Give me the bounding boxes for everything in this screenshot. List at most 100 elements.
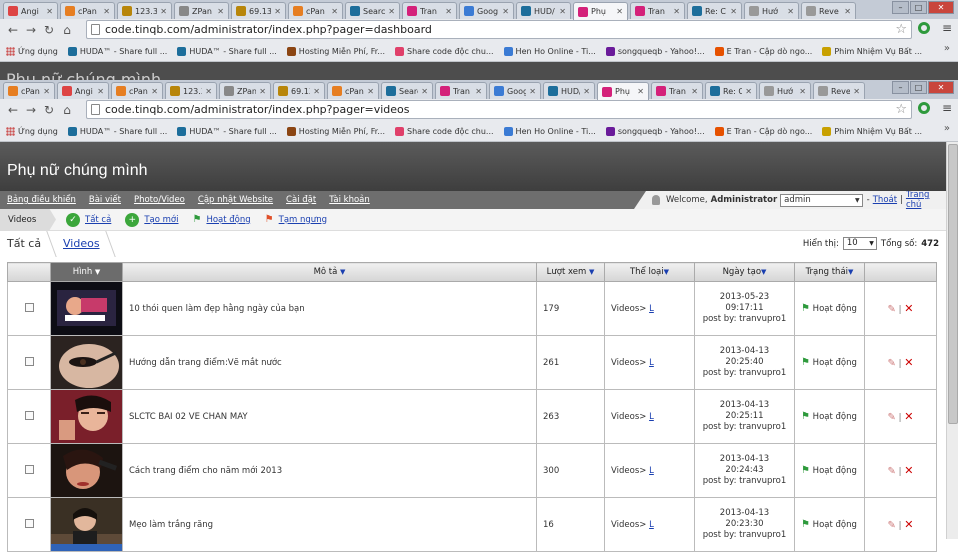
row-checkbox[interactable] [24, 410, 34, 420]
minimize-button[interactable]: – [892, 1, 909, 14]
col-status[interactable]: Trạng thái▼ [794, 262, 865, 282]
col-views[interactable]: Lượt xem ▼ [536, 262, 605, 282]
delete-icon[interactable]: ✕ [904, 464, 913, 477]
browser-tab[interactable]: 69.13✕ [273, 82, 325, 99]
delete-icon[interactable]: ✕ [904, 410, 913, 423]
tab-close-icon[interactable]: ✕ [103, 7, 110, 16]
tab-close-icon[interactable]: ✕ [313, 87, 320, 96]
menu-settings[interactable]: Cài đặt [286, 195, 316, 205]
minimize-button[interactable]: – [892, 81, 909, 94]
tab-close-icon[interactable]: ✕ [616, 7, 623, 16]
browser-tab[interactable]: 123.3✕ [117, 2, 172, 19]
browser-tab[interactable]: Searc✕ [381, 82, 433, 99]
close-window-button[interactable]: ✕ [928, 1, 954, 14]
browser-tab[interactable]: ZPan ✕ [174, 2, 229, 19]
category-link[interactable]: L [649, 520, 654, 530]
tab-close-icon[interactable]: ✕ [205, 87, 212, 96]
tab-close-icon[interactable]: ✕ [259, 87, 266, 96]
col-category[interactable]: Thể loại▼ [604, 262, 695, 282]
browser-tab[interactable]: 69.13✕ [231, 2, 286, 19]
bookmark-item[interactable]: Share code độc chu... [395, 126, 494, 136]
delete-icon[interactable]: ✕ [904, 356, 913, 369]
tab-close-icon[interactable]: ✕ [43, 87, 50, 96]
bookmark-item[interactable]: songqueqb - Yahoo!... [605, 46, 705, 56]
maximize-button[interactable]: □ [910, 81, 927, 94]
tab-close-icon[interactable]: ✕ [421, 87, 428, 96]
tab-close-icon[interactable]: ✕ [367, 87, 374, 96]
tab-close-icon[interactable]: ✕ [388, 7, 395, 16]
browser-tab[interactable]: Re: C ✕ [705, 82, 757, 99]
tab-close-icon[interactable]: ✕ [331, 7, 338, 16]
bookmark-item[interactable]: Hen Ho Online - Ti... [503, 46, 596, 56]
tab-close-icon[interactable]: ✕ [97, 87, 104, 96]
menu-photo-video[interactable]: Photo/Video [134, 195, 185, 205]
active-link[interactable]: Hoạt động [206, 215, 250, 225]
video-thumbnail[interactable] [50, 497, 123, 552]
menu-icon[interactable]: ≡ [942, 101, 952, 115]
extension-icon[interactable] [918, 102, 930, 114]
row-checkbox[interactable] [24, 356, 34, 366]
browser-tab[interactable]: cPan ✕ [327, 82, 379, 99]
browser-tab[interactable]: HUD/✕ [543, 82, 595, 99]
browser-tab[interactable]: Angi ✕ [3, 2, 58, 19]
browser-tab[interactable]: HUD/✕ [516, 2, 571, 19]
star-icon[interactable]: ☆ [895, 21, 907, 38]
more-bookmarks-icon[interactable]: » [944, 123, 950, 134]
menu-dashboard[interactable]: Bảng điều khiển [7, 195, 76, 205]
video-thumbnail[interactable] [50, 443, 123, 498]
page-scrollbar[interactable] [946, 142, 958, 539]
browser-tab[interactable]: cPan ✕ [288, 2, 343, 19]
browser-tab[interactable]: Reve ✕ [801, 2, 856, 19]
browser-tab[interactable]: Reve ✕ [813, 82, 865, 99]
menu-icon[interactable]: ≡ [942, 21, 952, 35]
per-page-select[interactable]: 10 [842, 237, 877, 250]
tab-close-icon[interactable]: ✕ [637, 87, 644, 96]
video-status[interactable]: ⚑ Hoạt động [794, 335, 865, 390]
bookmark-item[interactable]: HUDA™ - Share full ... [67, 46, 167, 56]
edit-icon[interactable]: ✎ [888, 520, 896, 531]
tab-close-icon[interactable]: ✕ [559, 7, 566, 16]
browser-tab[interactable]: Goog ✕ [489, 82, 541, 99]
tab-close-icon[interactable]: ✕ [160, 7, 167, 16]
reload-icon[interactable]: ↻ [40, 23, 58, 37]
tab-close-icon[interactable]: ✕ [745, 87, 752, 96]
tab-close-icon[interactable]: ✕ [274, 7, 281, 16]
browser-tab[interactable]: Angi ✕ [57, 82, 109, 99]
browser-tab[interactable]: Re: C ✕ [687, 2, 742, 19]
new-button[interactable]: + Tạo mới [125, 212, 178, 227]
tab-close-icon[interactable]: ✕ [844, 7, 851, 16]
tab-close-icon[interactable]: ✕ [475, 87, 482, 96]
bookmark-item[interactable]: Hosting Miễn Phí, Fr... [286, 126, 385, 136]
browser-tab[interactable]: Hướ ✕ [744, 2, 799, 19]
video-status[interactable]: ⚑ Hoạt động [794, 443, 865, 498]
browser-tab[interactable]: Phụ ✕ [597, 82, 649, 100]
browser-tab[interactable]: Phụ ✕ [573, 2, 628, 20]
bookmark-item[interactable]: Share code độc chu... [395, 46, 494, 56]
tab-close-icon[interactable]: ✕ [217, 7, 224, 16]
menu-posts[interactable]: Bài viết [89, 195, 121, 205]
star-icon[interactable]: ☆ [895, 101, 907, 118]
tab-close-icon[interactable]: ✕ [730, 7, 737, 16]
menu-update-website[interactable]: Cập nhật Website [198, 195, 273, 205]
video-thumbnail[interactable] [50, 281, 123, 336]
row-checkbox[interactable] [24, 302, 34, 312]
row-checkbox[interactable] [24, 518, 34, 528]
col-image[interactable]: Hình ▼ [50, 262, 123, 282]
bookmark-item[interactable]: Phim Nhiệm Vụ Bất ... [822, 126, 922, 136]
logout-link[interactable]: Thoát [873, 195, 897, 205]
category-link[interactable]: L [649, 358, 654, 368]
tab-close-icon[interactable]: ✕ [46, 7, 53, 16]
paused-link[interactable]: Tạm ngưng [279, 215, 327, 225]
bookmark-item[interactable]: E Tran - Cập dò ngo... [714, 46, 812, 56]
scrollbar-thumb[interactable] [948, 144, 958, 424]
category-link[interactable]: L [649, 412, 654, 422]
tab-close-icon[interactable]: ✕ [445, 7, 452, 16]
home-link[interactable]: Trang chủ [906, 191, 943, 209]
tab-close-icon[interactable]: ✕ [673, 7, 680, 16]
delete-icon[interactable]: ✕ [904, 302, 913, 315]
bookmark-item[interactable]: Hosting Miễn Phí, Fr... [286, 46, 385, 56]
bookmark-item[interactable]: Ứng dụng [6, 126, 58, 136]
row-checkbox[interactable] [24, 464, 34, 474]
edit-icon[interactable]: ✎ [888, 358, 896, 369]
forward-icon[interactable]: → [22, 23, 40, 37]
